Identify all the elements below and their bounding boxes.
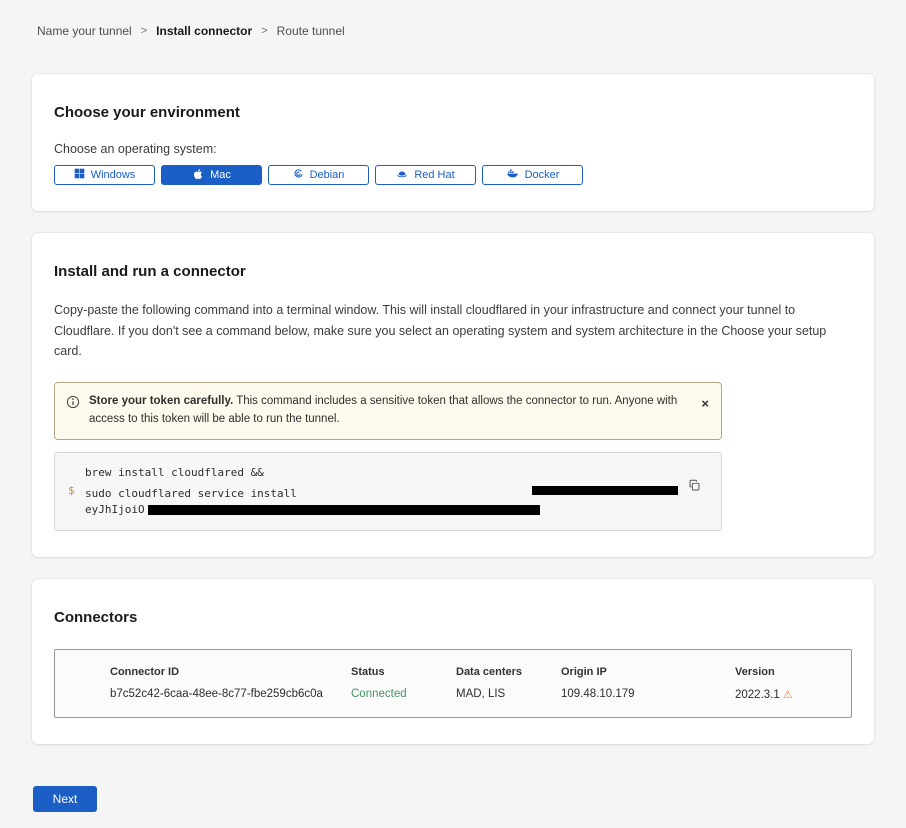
docker-icon	[506, 167, 519, 183]
column-header-version: Version	[735, 666, 841, 678]
environment-card: Choose your environment Choose an operat…	[32, 74, 874, 211]
cell-data-centers: MAD, LIS	[456, 688, 561, 701]
breadcrumb: Name your tunnel > Install connector > R…	[32, 24, 874, 38]
breadcrumb-route-tunnel[interactable]: Route tunnel	[277, 24, 345, 38]
redhat-icon	[396, 168, 408, 183]
column-header-origin-ip: Origin IP	[561, 666, 735, 678]
shell-prompt: $	[68, 483, 75, 499]
warning-text-bold: Store your token carefully.	[89, 395, 233, 407]
os-button-label: Docker	[525, 169, 560, 181]
os-button-label: Mac	[210, 169, 231, 181]
cell-origin-ip: 109.48.10.179	[561, 688, 735, 701]
os-button-redhat[interactable]: Red Hat	[375, 165, 476, 185]
code-line-token: eyJhIjoiO	[85, 502, 681, 518]
warning-text: Store your token carefully. This command…	[89, 393, 692, 429]
debian-icon	[293, 168, 304, 182]
os-button-windows[interactable]: Windows	[54, 165, 155, 185]
token-visible-text: eyJhIjoiO	[85, 502, 145, 518]
cell-status: Connected	[351, 688, 456, 701]
copy-icon[interactable]	[688, 479, 701, 495]
redacted-token-bar	[148, 505, 540, 515]
version-value: 2022.3.1	[735, 689, 780, 701]
install-card-title: Install and run a connector	[54, 263, 852, 280]
cell-version: 2022.3.1⚠	[735, 688, 841, 701]
code-line-1: brew install cloudflared &&	[85, 465, 681, 481]
os-button-mac[interactable]: Mac	[161, 165, 262, 185]
install-command-code-block: $ brew install cloudflared && sudo cloud…	[54, 452, 722, 532]
os-button-docker[interactable]: Docker	[482, 165, 583, 185]
os-button-label: Windows	[91, 169, 136, 181]
column-header-connector-id: Connector ID	[110, 666, 351, 678]
token-warning-banner: Store your token carefully. This command…	[54, 382, 722, 440]
version-warning-icon: ⚠	[783, 689, 793, 701]
tunnel-setup-page: Name your tunnel > Install connector > R…	[0, 0, 906, 828]
os-button-label: Red Hat	[414, 169, 454, 181]
info-icon	[66, 395, 80, 414]
redacted-token-bar	[532, 486, 678, 495]
os-button-group: Windows Mac Debian Red Hat	[54, 165, 852, 185]
breadcrumb-name-your-tunnel[interactable]: Name your tunnel	[37, 24, 132, 38]
os-button-label: Debian	[310, 169, 345, 181]
connectors-table: Connector ID Status Data centers Origin …	[54, 649, 852, 718]
column-header-data-centers: Data centers	[456, 666, 561, 678]
connectors-card: Connectors Connector ID Status Data cent…	[32, 579, 874, 744]
column-header-status: Status	[351, 666, 456, 678]
cell-connector-id: b7c52c42-6caa-48ee-8c77-fbe259cb6c0a	[110, 688, 351, 701]
next-button[interactable]: Next	[33, 786, 97, 812]
connectors-card-title: Connectors	[54, 609, 852, 626]
breadcrumb-separator: >	[261, 25, 267, 37]
os-select-label: Choose an operating system:	[54, 142, 852, 156]
os-button-debian[interactable]: Debian	[268, 165, 369, 185]
breadcrumb-install-connector[interactable]: Install connector	[156, 24, 252, 38]
install-description: Copy-paste the following command into a …	[54, 300, 852, 362]
apple-icon	[192, 168, 204, 183]
environment-card-title: Choose your environment	[54, 104, 852, 121]
close-icon[interactable]: ×	[701, 397, 709, 410]
windows-icon	[74, 168, 85, 182]
install-card: Install and run a connector Copy-paste t…	[32, 233, 874, 557]
breadcrumb-separator: >	[141, 25, 147, 37]
